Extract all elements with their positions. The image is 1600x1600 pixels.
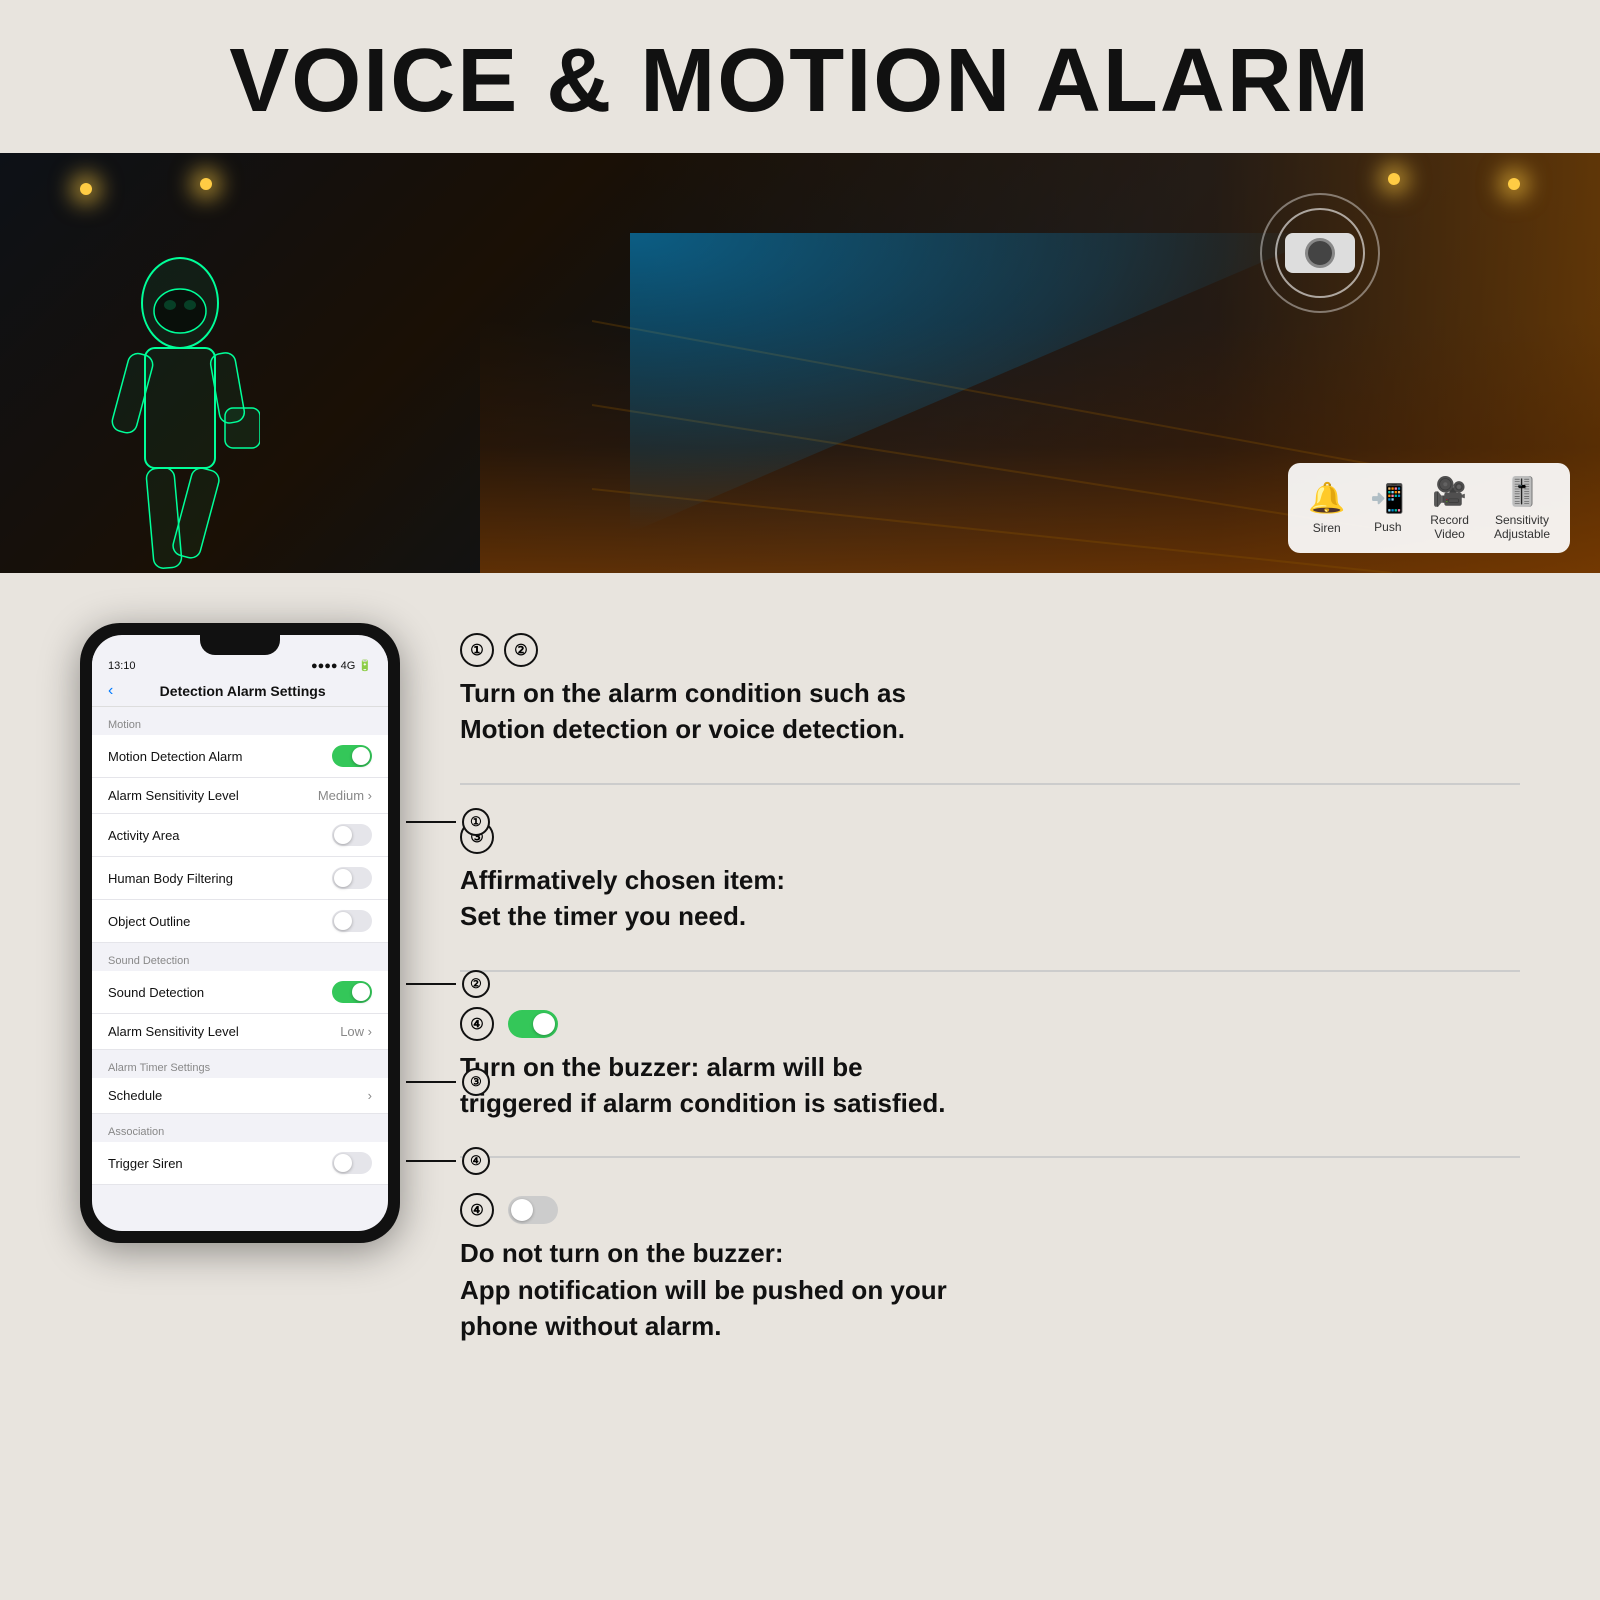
alarm-sensitivity-motion-value: Medium › xyxy=(318,788,372,803)
info-block-1-header: ① ② xyxy=(460,633,1520,667)
callout-2: ② xyxy=(406,970,490,998)
motion-detection-toggle[interactable] xyxy=(332,745,372,767)
bottom-section: 13:10 ●●●● 4G 🔋 ‹ Detection Alarm Settin… xyxy=(0,573,1600,1395)
callout-3-line xyxy=(406,1081,456,1083)
info-block-3: ④ Turn on the buzzer: alarm will betrigg… xyxy=(460,1007,1520,1122)
section-header-timer: Alarm Timer Settings xyxy=(92,1050,388,1078)
burglar-silhouette xyxy=(100,243,260,573)
human-body-filtering-label: Human Body Filtering xyxy=(108,871,233,886)
phone-wrapper: 13:10 ●●●● 4G 🔋 ‹ Detection Alarm Settin… xyxy=(80,623,400,1243)
siren-icon: 🔔 xyxy=(1308,481,1345,516)
circle-num-2: ② xyxy=(504,633,538,667)
settings-item-sound-detection: Sound Detection xyxy=(92,971,388,1014)
trigger-siren-label: Trigger Siren xyxy=(108,1156,183,1171)
activity-area-label: Activity Area xyxy=(108,828,180,843)
motion-detection-label: Motion Detection Alarm xyxy=(108,749,242,764)
toggle-on-example xyxy=(508,1010,558,1038)
circle-num-4b: ④ xyxy=(460,1193,494,1227)
info-block-4: ④ Do not turn on the buzzer:App notifica… xyxy=(460,1193,1520,1344)
ceiling-light-4 xyxy=(1508,178,1520,190)
callout-2-line xyxy=(406,983,456,985)
phone-mockup: 13:10 ●●●● 4G 🔋 ‹ Detection Alarm Settin… xyxy=(80,623,400,1243)
trigger-siren-toggle[interactable] xyxy=(332,1152,372,1174)
right-info-content: ① ② Turn on the alarm condition such asM… xyxy=(460,623,1520,1345)
info-block-2-header: ③ xyxy=(460,820,1520,854)
phone-time: 13:10 xyxy=(108,660,136,672)
callout-4: ④ xyxy=(406,1147,490,1175)
main-title: VOICE & MOTION ALARM xyxy=(0,30,1600,133)
action-icons-box: 🔔 Siren 📲 Push 🎥 RecordVideo 🎚️ Sensitiv… xyxy=(1288,463,1570,553)
title-section: VOICE & MOTION ALARM xyxy=(0,0,1600,153)
ceiling-light-2 xyxy=(200,178,212,190)
record-action: 🎥 RecordVideo xyxy=(1430,475,1469,541)
info-text-1: Turn on the alarm condition such asMotio… xyxy=(460,675,1520,748)
schedule-arrow: › xyxy=(368,1088,372,1103)
settings-item-trigger-siren: Trigger Siren xyxy=(92,1142,388,1185)
alarm-sensitivity-sound-value: Low › xyxy=(340,1024,372,1039)
section-header-sound: Sound Detection xyxy=(92,943,388,971)
siren-action: 🔔 Siren xyxy=(1308,481,1345,535)
callout-3: ③ xyxy=(406,1068,490,1096)
section-header-motion: Motion xyxy=(92,707,388,735)
callout-1: ① xyxy=(406,808,490,836)
settings-item-alarm-sensitivity-sound[interactable]: Alarm Sensitivity Level Low › xyxy=(92,1014,388,1050)
phone-signal: ●●●● 4G 🔋 xyxy=(311,659,372,672)
settings-item-schedule[interactable]: Schedule › xyxy=(92,1078,388,1114)
phone-notch xyxy=(200,635,280,655)
callout-1-circle: ① xyxy=(462,808,490,836)
callout-4-circle: ④ xyxy=(462,1147,490,1175)
settings-item-human-body-filtering: Human Body Filtering xyxy=(92,857,388,900)
circle-num-1: ① xyxy=(460,633,494,667)
phone-screen: 13:10 ●●●● 4G 🔋 ‹ Detection Alarm Settin… xyxy=(92,635,388,1231)
record-icon: 🎥 xyxy=(1432,475,1467,508)
callout-4-line xyxy=(406,1160,456,1162)
camera-body xyxy=(1285,233,1355,273)
settings-item-activity-area: Activity Area xyxy=(92,814,388,857)
sensitivity-action: 🎚️ SensitivityAdjustable xyxy=(1494,475,1550,541)
push-action: 📲 Push xyxy=(1370,482,1405,534)
callout-3-circle: ③ xyxy=(462,1068,490,1096)
ceiling-light-1 xyxy=(80,183,92,195)
object-outline-toggle[interactable] xyxy=(332,910,372,932)
sensitivity-icon: 🎚️ xyxy=(1505,475,1540,508)
phone-nav-title: Detection Alarm Settings xyxy=(113,683,372,699)
toggle-off-example xyxy=(508,1196,558,1224)
info-text-2: Affirmatively chosen item:Set the timer … xyxy=(460,862,1520,935)
human-body-filtering-toggle[interactable] xyxy=(332,867,372,889)
settings-item-object-outline: Object Outline xyxy=(92,900,388,943)
object-outline-label: Object Outline xyxy=(108,914,190,929)
info-block-2: ③ Affirmatively chosen item:Set the time… xyxy=(460,820,1520,935)
info-block-1: ① ② Turn on the alarm condition such asM… xyxy=(460,633,1520,748)
push-icon: 📲 xyxy=(1370,482,1405,515)
record-label: RecordVideo xyxy=(1430,513,1469,541)
info-text-4: Do not turn on the buzzer:App notificati… xyxy=(460,1235,1520,1344)
push-label: Push xyxy=(1374,520,1401,534)
divider-2 xyxy=(460,970,1520,972)
info-block-3-header: ④ xyxy=(460,1007,1520,1041)
phone-settings-list: Motion Motion Detection Alarm Alarm Sens… xyxy=(92,707,388,1185)
info-text-3: Turn on the buzzer: alarm will betrigger… xyxy=(460,1049,1520,1122)
hero-section: 🔔 Siren 📲 Push 🎥 RecordVideo 🎚️ Sensitiv… xyxy=(0,153,1600,573)
sensitivity-label: SensitivityAdjustable xyxy=(1494,513,1550,541)
info-block-4-header: ④ xyxy=(460,1193,1520,1227)
divider-1 xyxy=(460,783,1520,785)
alarm-sensitivity-motion-label: Alarm Sensitivity Level xyxy=(108,788,239,803)
callout-2-circle: ② xyxy=(462,970,490,998)
divider-3 xyxy=(460,1156,1520,1158)
camera-unit xyxy=(1280,213,1360,293)
phone-nav-bar: ‹ Detection Alarm Settings xyxy=(92,676,388,707)
siren-label: Siren xyxy=(1313,521,1341,535)
sound-detection-toggle[interactable] xyxy=(332,981,372,1003)
phone-status-bar: 13:10 ●●●● 4G 🔋 xyxy=(92,655,388,676)
callout-1-line xyxy=(406,821,456,823)
sound-detection-label: Sound Detection xyxy=(108,985,204,1000)
activity-area-toggle[interactable] xyxy=(332,824,372,846)
circle-num-4a: ④ xyxy=(460,1007,494,1041)
settings-item-alarm-sensitivity-motion[interactable]: Alarm Sensitivity Level Medium › xyxy=(92,778,388,814)
settings-item-motion-detection: Motion Detection Alarm xyxy=(92,735,388,778)
section-header-association: Association xyxy=(92,1114,388,1142)
schedule-label: Schedule xyxy=(108,1088,162,1103)
alarm-sensitivity-sound-label: Alarm Sensitivity Level xyxy=(108,1024,239,1039)
